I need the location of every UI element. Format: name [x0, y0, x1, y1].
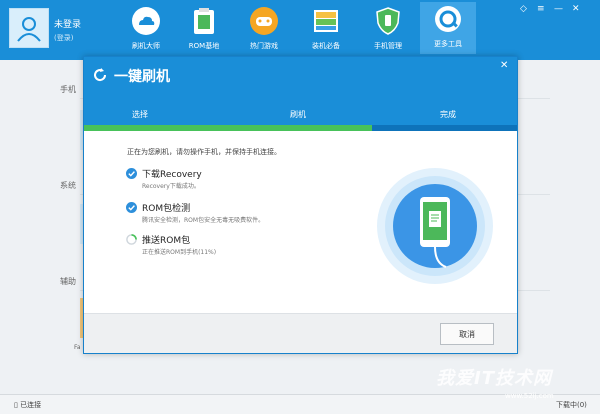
- apps-icon: [308, 4, 344, 38]
- nav-label: 刷机大师: [132, 42, 160, 50]
- tools-icon: [430, 2, 466, 36]
- nav-label: 热门游戏: [250, 42, 278, 50]
- phone-icon: ▯: [14, 401, 18, 409]
- step-item-title: ROM包检测: [142, 204, 191, 214]
- cloud-icon: [128, 4, 164, 38]
- dialog-title: 一键刷机: [114, 69, 170, 85]
- section-label: 辅助: [60, 277, 76, 286]
- top-bar: 未登录 (登录) 刷机大师 ROM基地 热门游戏 装机必备 手机管理 更多工具 …: [0, 0, 600, 60]
- cancel-button[interactable]: 取消: [440, 323, 494, 345]
- tool-card-label: Fa: [74, 344, 81, 351]
- step-item-title: 下载Recovery: [142, 170, 202, 180]
- user-icon: [17, 17, 41, 42]
- nav-label: 装机必备: [312, 42, 340, 50]
- watermark-logo: 我爱IT技术网: [436, 368, 552, 389]
- connection-status: ▯ 已连接: [14, 400, 41, 410]
- step-item-title: 推送ROM包: [142, 236, 191, 246]
- dialog-hint: 正在为您刷机，请勿操作手机，并保持手机连接。: [127, 148, 281, 156]
- section-label: 系统: [60, 181, 76, 190]
- step-done: 完成: [440, 110, 456, 119]
- avatar[interactable]: [9, 8, 49, 48]
- nav-label: 更多工具: [434, 40, 462, 48]
- watermark-url: www.52ij.com: [505, 392, 554, 400]
- skin-icon[interactable]: ◇: [520, 4, 527, 14]
- nav-label: 手机管理: [374, 42, 402, 50]
- section-label: 手机: [60, 85, 76, 94]
- loading-icon: [126, 234, 137, 245]
- step-progress-remaining: [372, 125, 517, 131]
- dialog-footer: 取消: [84, 313, 517, 353]
- refresh-icon: [94, 68, 107, 82]
- close-icon[interactable]: ✕: [572, 4, 580, 14]
- check-circle-icon: [126, 168, 137, 179]
- step-select: 选择: [132, 110, 148, 119]
- nav-item-rom-base[interactable]: ROM基地: [176, 4, 232, 51]
- nav-item-flash-master[interactable]: 刷机大师: [118, 4, 174, 51]
- gamepad-icon: [246, 4, 282, 38]
- step-item-subtitle: 正在推送ROM到手机(11%): [142, 249, 217, 256]
- connection-status-text: 已连接: [20, 401, 42, 409]
- user-name[interactable]: 未登录: [54, 17, 81, 30]
- step-item-subtitle: 腾讯安全检测，ROM包安全无毒无吸费软件。: [142, 217, 265, 224]
- check-circle-icon: [126, 202, 137, 213]
- nav-item-phone-manager[interactable]: 手机管理: [360, 4, 416, 51]
- nav-item-hot-games[interactable]: 热门游戏: [236, 4, 292, 51]
- step-item-subtitle: Recovery下载成功。: [142, 183, 200, 190]
- login-link[interactable]: (登录): [54, 33, 73, 43]
- dialog-header: 一键刷机 ✕: [84, 57, 517, 95]
- step-progress-complete: [84, 125, 372, 131]
- step-flash: 刷机: [290, 110, 306, 119]
- phone-flashing-illustration: [377, 168, 493, 284]
- close-icon[interactable]: ✕: [500, 60, 508, 71]
- nav-label: ROM基地: [188, 42, 220, 50]
- download-status[interactable]: 下载中(0): [556, 400, 587, 410]
- nav-item-more-tools[interactable]: 更多工具: [420, 2, 476, 54]
- menu-icon[interactable]: ≡: [537, 4, 545, 14]
- nav-item-essentials[interactable]: 装机必备: [298, 4, 354, 51]
- rom-bag-icon: [186, 4, 222, 38]
- shield-icon: [370, 4, 406, 38]
- minimize-icon[interactable]: —: [554, 4, 563, 14]
- flash-dialog: 一键刷机 ✕ 选择 刷机 完成 正在为您刷机，请勿操作手机，并保持手机连接。 下…: [83, 56, 518, 354]
